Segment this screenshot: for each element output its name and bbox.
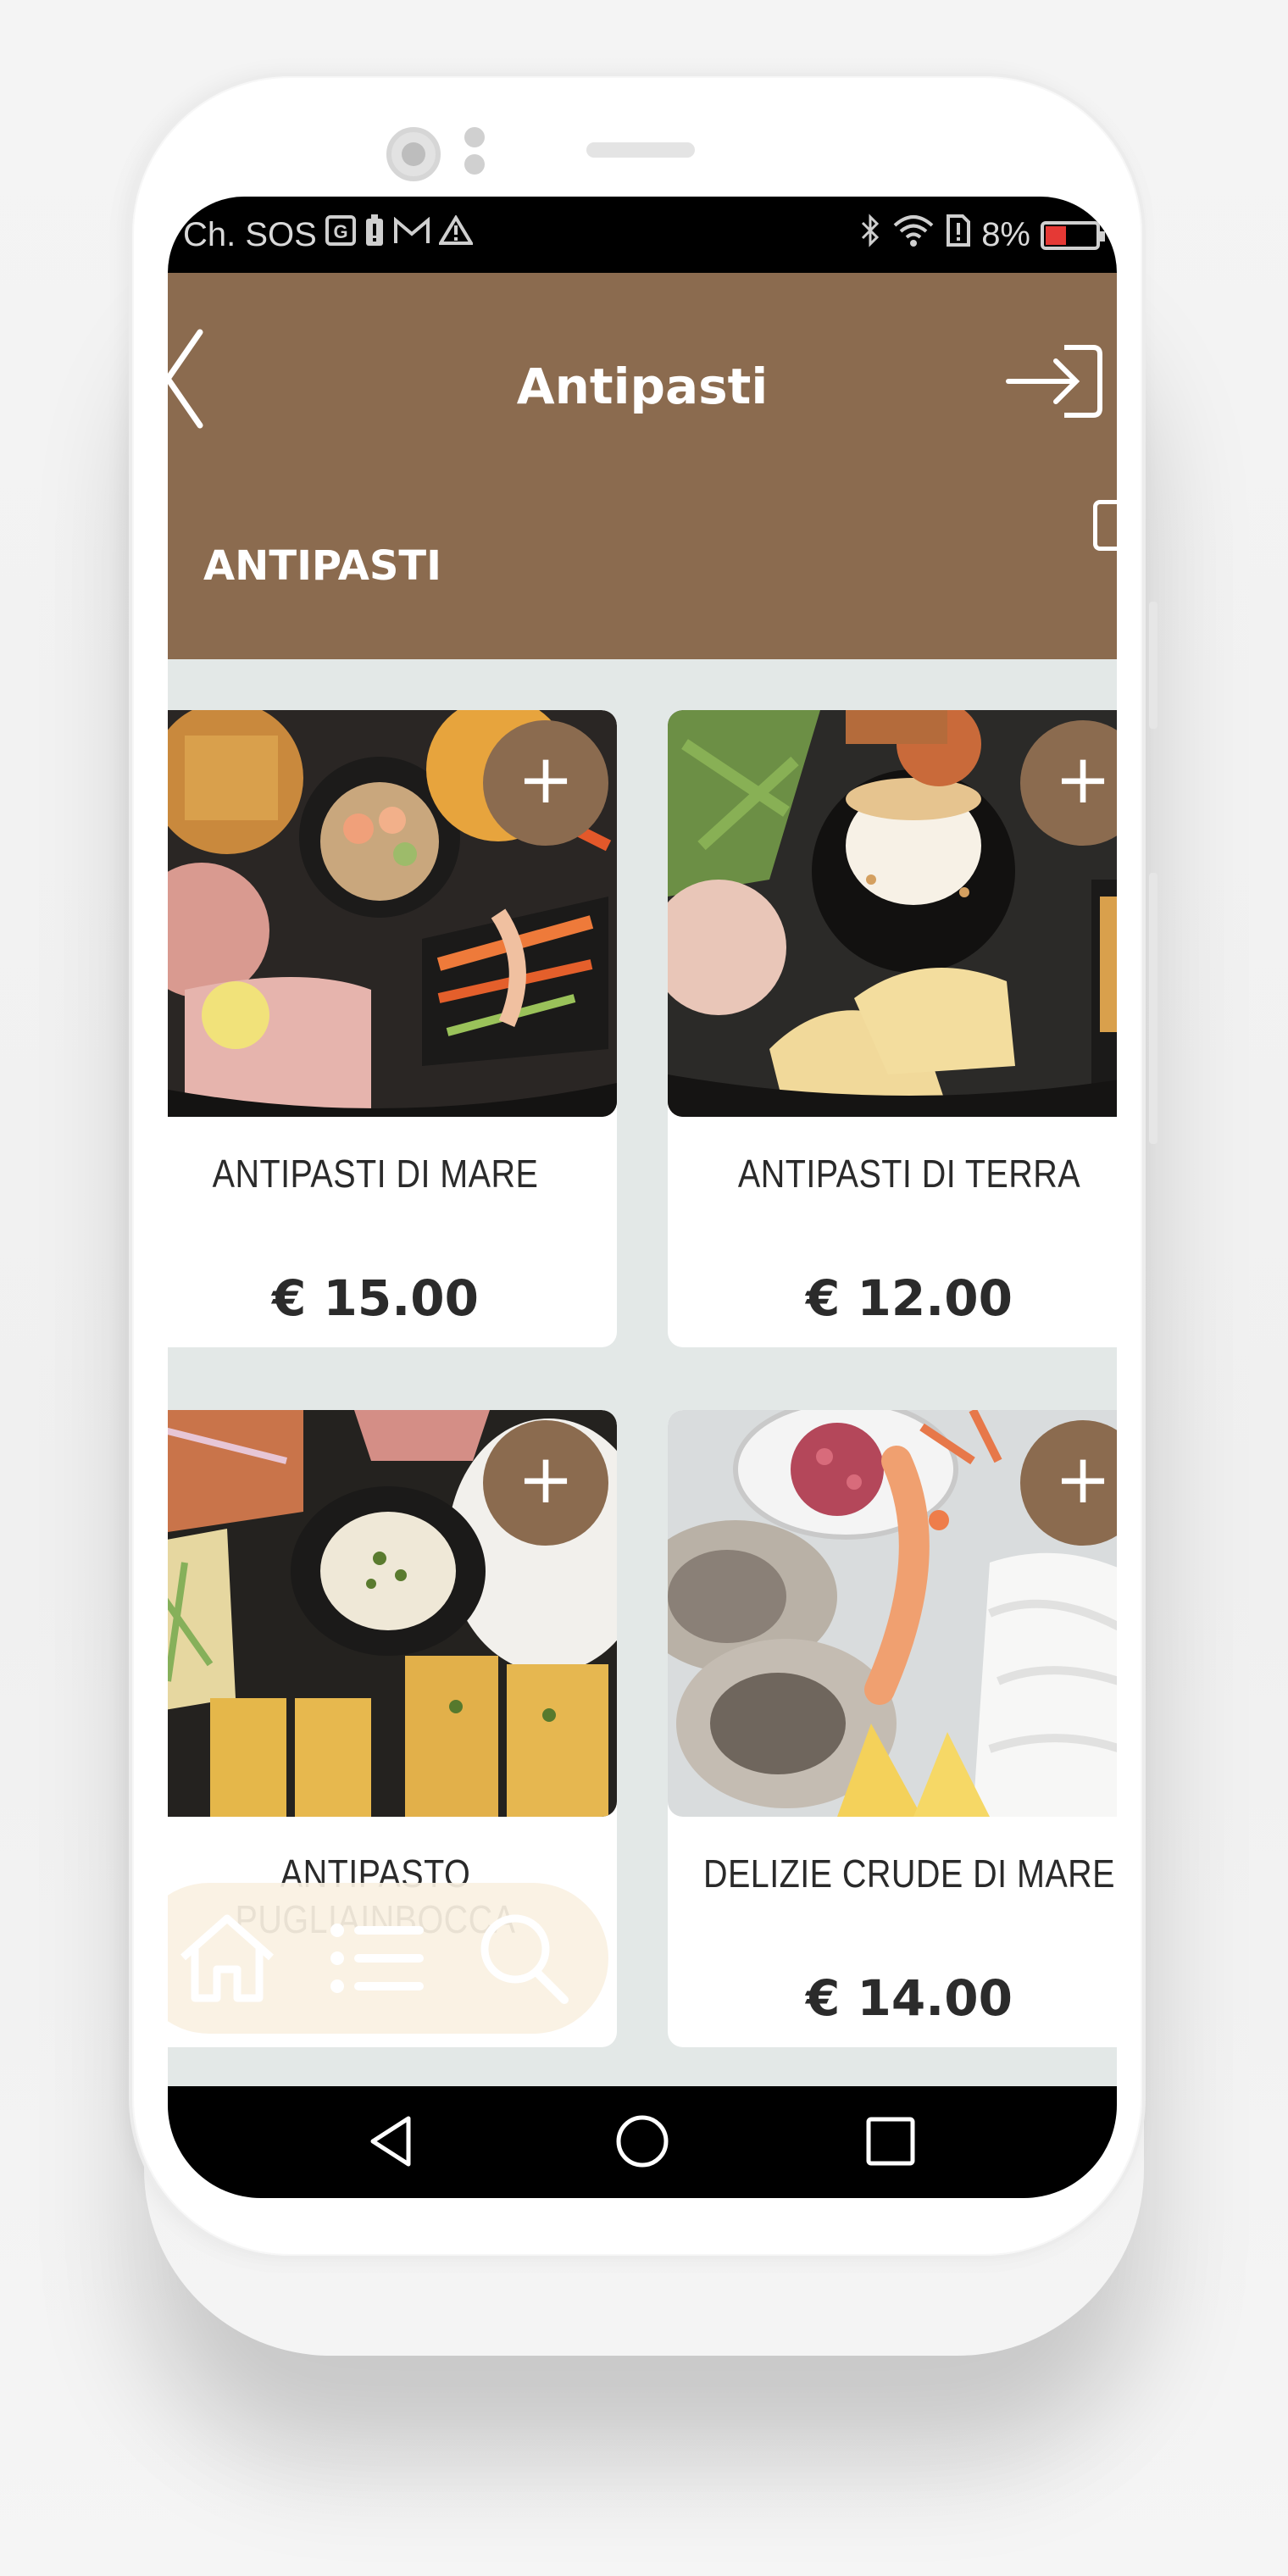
- product-name: ANTIPASTI DI MARE: [212, 1152, 539, 1196]
- status-left: Ch. SOS G: [183, 214, 475, 257]
- add-to-cart-button[interactable]: +: [483, 1420, 608, 1546]
- system-nav-bar: [168, 2086, 1117, 2198]
- back-triangle-icon[interactable]: [364, 2112, 424, 2171]
- earpiece-speaker: [586, 142, 695, 158]
- product-price: € 12.00: [805, 1269, 1013, 1327]
- bluetooth-icon: [859, 214, 881, 257]
- search-icon[interactable]: [473, 1912, 575, 2005]
- add-to-cart-button[interactable]: +: [483, 720, 608, 846]
- product-price: € 15.00: [271, 1269, 479, 1327]
- product-price: € 14.00: [805, 1969, 1013, 2027]
- phone-screen: Ch. SOS G 8% Antipasti ANTIPASTI + ANTIP…: [168, 197, 1117, 2198]
- tab-scroll-hint: [1093, 500, 1117, 551]
- volume-button: [1149, 602, 1158, 729]
- product-name: ANTIPASTI DI TERRA: [737, 1152, 1081, 1196]
- tab-antipasti[interactable]: ANTIPASTI: [203, 542, 441, 590]
- product-card[interactable]: + ANTIPASTI DI MARE € 15.00: [168, 710, 617, 1347]
- status-bar: Ch. SOS G 8%: [168, 197, 1117, 273]
- bottom-nav: [168, 1883, 608, 2034]
- status-right: 8%: [859, 214, 1105, 257]
- front-camera: [386, 127, 441, 181]
- page-title: Antipasti: [516, 358, 769, 415]
- recents-square-icon[interactable]: [861, 2112, 920, 2171]
- proximity-sensor: [464, 127, 485, 147]
- light-sensor: [464, 154, 485, 175]
- battery-icon: [1041, 220, 1105, 250]
- login-button[interactable]: [1005, 341, 1105, 422]
- list-icon[interactable]: [325, 1912, 427, 2005]
- power-button: [1149, 873, 1158, 1144]
- battery-percent: 8%: [981, 216, 1030, 253]
- warning-icon: [437, 214, 475, 255]
- carrier-text: Ch. SOS: [183, 216, 317, 253]
- product-card[interactable]: + ANTIPASTI DI TERRA € 12.00: [668, 710, 1117, 1347]
- app-bar: Antipasti ANTIPASTI: [168, 273, 1117, 659]
- home-circle-icon[interactable]: [613, 2112, 672, 2171]
- sim-alert-icon: [946, 214, 971, 257]
- login-icon: [1006, 345, 1102, 418]
- google-icon: G: [325, 215, 356, 255]
- wifi-icon: [891, 214, 935, 257]
- svg-text:G: G: [333, 221, 347, 242]
- home-icon[interactable]: [176, 1912, 278, 2005]
- battery-alert-icon: [364, 214, 385, 257]
- product-card[interactable]: + DELIZIE CRUDE DI MARE € 14.00: [668, 1410, 1117, 2047]
- product-name: DELIZIE CRUDE DI MARE: [702, 1852, 1116, 1896]
- gmail-icon: [393, 216, 430, 255]
